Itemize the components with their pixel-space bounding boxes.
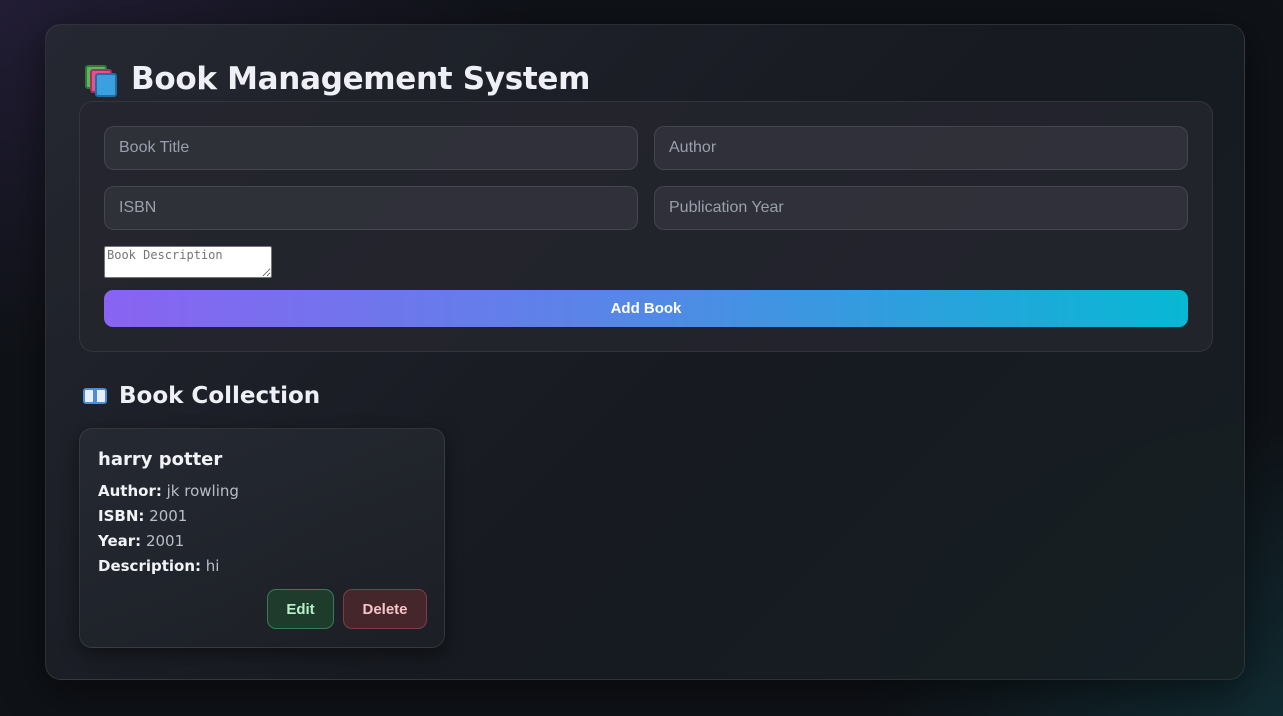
book-card: harry potter Author: jk rowling ISBN: 20…	[79, 428, 445, 648]
book-year-row: Year: 2001	[98, 532, 184, 550]
add-book-button[interactable]: Add Book	[104, 290, 1188, 327]
book-year-label: Year:	[98, 532, 142, 550]
collection-heading: Book Collection	[83, 383, 320, 409]
delete-button[interactable]: Delete	[343, 589, 427, 629]
book-description-row: Description: hi	[98, 557, 219, 575]
books-icon	[83, 63, 117, 97]
book-isbn-value: 2001	[149, 507, 188, 525]
collection-heading-text: Book Collection	[119, 383, 321, 409]
book-year-value: 2001	[145, 532, 185, 550]
author-input[interactable]	[654, 126, 1188, 170]
publication-year-input[interactable]	[654, 186, 1188, 230]
add-book-form: Add Book	[79, 101, 1213, 352]
book-author-row: Author: jk rowling	[98, 482, 239, 500]
book-card-title: harry potter	[98, 449, 223, 470]
book-isbn-label: ISBN:	[98, 507, 145, 525]
book-title-input[interactable]	[104, 126, 638, 170]
book-author-label: Author:	[98, 482, 162, 500]
edit-button[interactable]: Edit	[267, 589, 334, 629]
book-isbn-row: ISBN: 2001	[98, 507, 187, 525]
page-title-text: Book Management System	[131, 61, 591, 97]
isbn-input[interactable]	[104, 186, 638, 230]
book-description-label: Description:	[98, 557, 202, 575]
main-container: Book Management System Add Book Book Col…	[45, 24, 1245, 680]
book-description-value: hi	[205, 557, 220, 575]
book-author-value: jk rowling	[166, 482, 239, 500]
page-title: Book Management System	[83, 61, 590, 97]
open-book-icon	[83, 386, 109, 406]
book-description-textarea[interactable]	[104, 246, 272, 278]
